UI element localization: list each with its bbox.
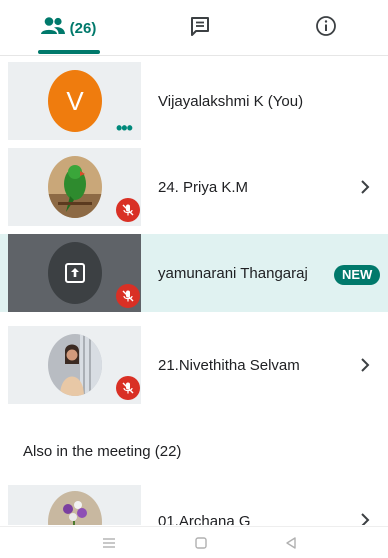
participant-row-presenting[interactable]: yamunarani Thangaraj <box>0 234 388 312</box>
participant-row[interactable]: 24. Priya K.M <box>0 148 388 226</box>
avatar <box>48 491 102 525</box>
more-options-icon[interactable]: ••• <box>116 118 133 139</box>
tab-people[interactable]: (26) <box>8 0 128 56</box>
chevron-right-icon[interactable] <box>360 485 370 525</box>
tab-chat[interactable] <box>150 0 250 56</box>
participant-name: Vijayalakshmi K (You) <box>158 92 304 110</box>
avatar <box>48 334 102 396</box>
people-icon <box>40 16 66 41</box>
participant-row[interactable]: 21.Nivethitha Selvam <box>0 326 388 404</box>
parrot-photo <box>48 156 102 218</box>
participant-name: 01.Archana G <box>158 513 251 525</box>
tab-info[interactable] <box>276 0 376 56</box>
new-badge: NEW <box>334 265 381 285</box>
avatar-cell <box>8 148 141 226</box>
home-icon[interactable] <box>181 527 221 558</box>
mic-off-icon <box>116 376 140 400</box>
avatar <box>48 156 102 218</box>
active-tab-indicator <box>38 50 100 54</box>
info-icon <box>315 15 337 42</box>
chevron-right-icon[interactable] <box>360 326 370 404</box>
avatar: V <box>48 70 102 132</box>
chat-icon <box>189 15 211 42</box>
avatar-initial: V <box>66 85 84 116</box>
back-icon[interactable] <box>271 527 311 558</box>
avatar-cell <box>8 485 141 525</box>
participant-row[interactable]: 01.Archana G <box>0 485 388 525</box>
system-navigation-bar <box>0 526 388 558</box>
participant-name: 24. Priya K.M <box>158 178 249 196</box>
flowers-photo <box>48 491 102 525</box>
chevron-right-icon[interactable] <box>360 148 370 226</box>
avatar-cell <box>8 326 141 404</box>
tab-bar: (26) <box>0 0 388 56</box>
section-heading: Also in the meeting (22) <box>23 443 182 460</box>
avatar <box>48 242 102 304</box>
participant-name: yamunarani Thangaraj <box>158 264 308 282</box>
participant-count: (26) <box>69 19 97 37</box>
person-photo <box>48 334 102 396</box>
avatar-cell <box>8 234 141 312</box>
mic-off-icon <box>116 284 140 308</box>
mic-off-icon <box>116 198 140 222</box>
menu-icon[interactable] <box>89 527 129 558</box>
participant-row-you[interactable]: V Vijayalakshmi K (You) <box>0 62 388 140</box>
participant-name: 21.Nivethitha Selvam <box>158 356 300 374</box>
present-screen-icon <box>65 263 85 283</box>
